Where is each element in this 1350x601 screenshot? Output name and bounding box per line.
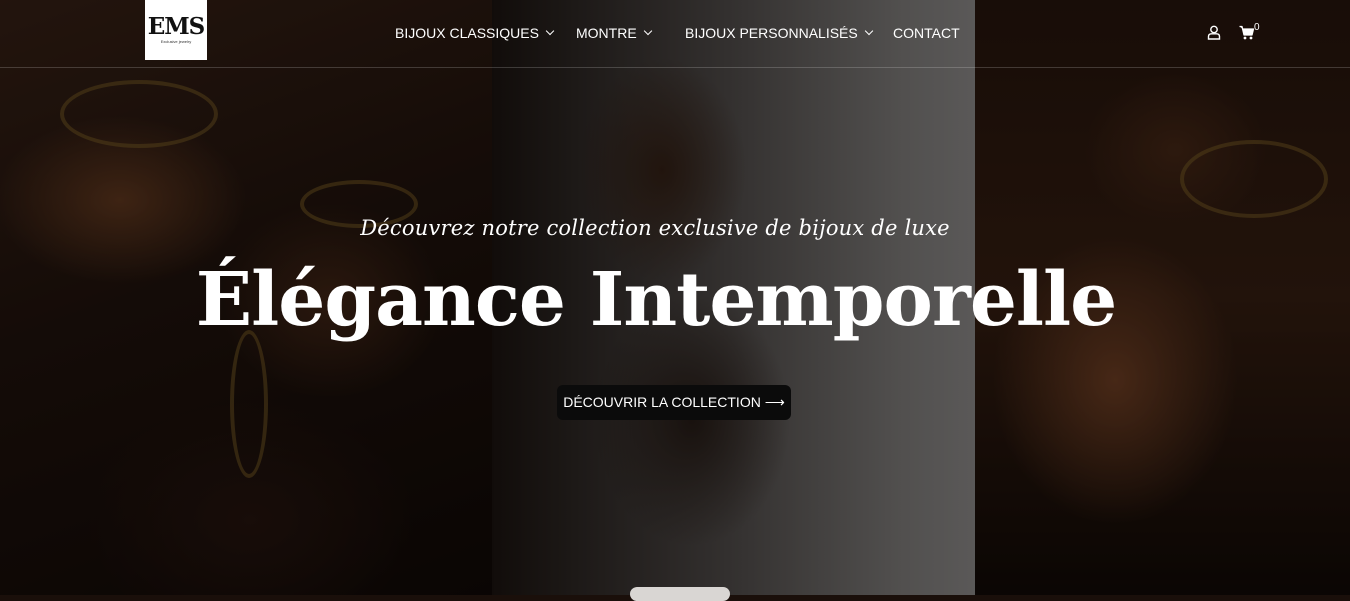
discover-collection-button[interactable]: DÉCOUVRIR LA COLLECTION ⟶ [557,385,791,420]
nav-label: BIJOUX CLASSIQUES [395,25,539,41]
chevron-down-icon [864,26,873,36]
scroll-indicator[interactable] [630,587,730,601]
user-icon[interactable] [1207,25,1221,40]
cart-icon[interactable] [1239,25,1255,40]
cart-count-badge: 0 [1254,22,1260,33]
site-header: EMS Exclusive jewelry BIJOUX CLASSIQUES … [0,0,1350,68]
nav-label: MONTRE [576,25,637,41]
chevron-down-icon [545,26,555,36]
nav-item-bijoux-personnalises[interactable]: BIJOUX PERSONNALISÉS [685,24,873,42]
nav-label: CONTACT [893,25,960,41]
nav-item-montre[interactable]: MONTRE [576,24,652,42]
nav-label: BIJOUX PERSONNALISÉS [685,25,858,41]
hero-subtitle: Découvrez notre collection exclusive de … [360,216,950,240]
nav-item-bijoux-classiques[interactable]: BIJOUX CLASSIQUES [395,24,555,42]
logo-text: EMS [147,13,206,40]
logo-subtext: Exclusive jewelry [160,39,192,44]
nav-item-contact[interactable]: CONTACT [893,24,960,42]
chevron-down-icon [643,26,652,36]
hero-title: Élégance Intemporelle [195,257,1117,343]
site-logo[interactable]: EMS Exclusive jewelry [145,0,207,60]
